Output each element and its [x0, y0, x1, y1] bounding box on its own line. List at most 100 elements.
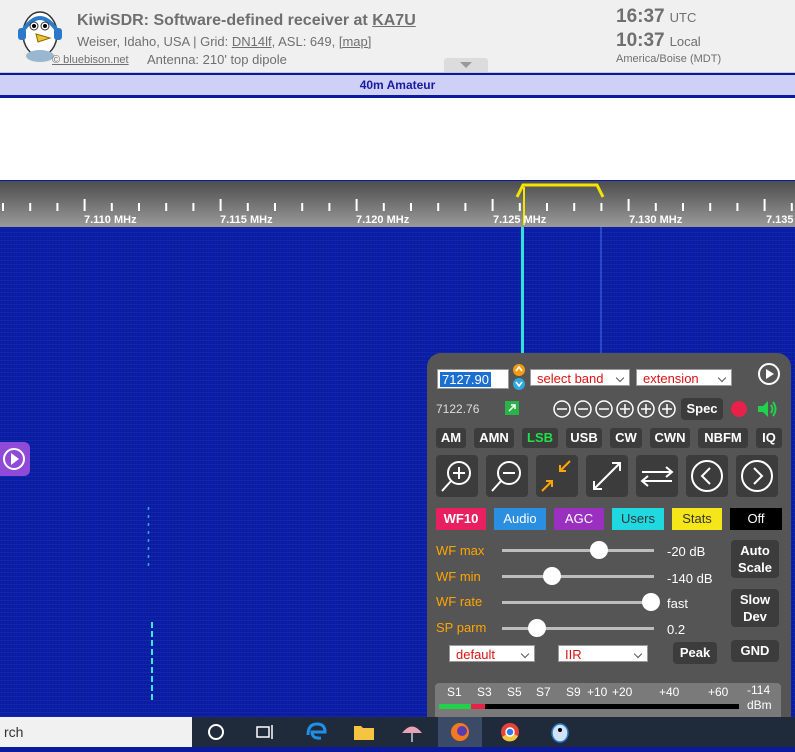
map-link[interactable]: [map]: [339, 34, 372, 49]
extension-select[interactable]: extension: [636, 369, 732, 386]
scale-label: 7.110 MHz: [84, 214, 137, 226]
slider-knob[interactable]: [543, 567, 562, 585]
app-button[interactable]: [538, 717, 582, 747]
tab-stats[interactable]: Stats: [672, 508, 722, 530]
chrome-button[interactable]: [488, 717, 532, 747]
gnd-button[interactable]: GND: [731, 640, 779, 662]
mode-nbfm[interactable]: NBFM: [698, 428, 748, 448]
slow-dev-button[interactable]: Slow Dev: [731, 589, 779, 627]
smeter-unit: dBm: [747, 698, 772, 712]
utc-clock: 16:37 UTC: [616, 6, 697, 27]
app-button[interactable]: [390, 717, 434, 747]
slider-value: 0.2: [667, 622, 686, 637]
taskbar: rch: [0, 717, 795, 747]
mode-cw[interactable]: CW: [610, 428, 642, 448]
frequency-step-icon[interactable]: [512, 363, 526, 391]
signal-trace: [151, 622, 153, 702]
compress-arrows-icon: [541, 460, 571, 492]
expand-arrows-icon: [593, 462, 621, 490]
firefox-icon: [451, 723, 469, 741]
side-panel-toggle-button[interactable]: [0, 442, 30, 476]
wf-rate-slider[interactable]: [502, 593, 660, 611]
smeter-label: S3: [477, 685, 492, 699]
mode-amn[interactable]: AMN: [474, 428, 514, 448]
cortana-icon: [208, 724, 224, 740]
mode-am[interactable]: AM: [436, 428, 466, 448]
band-select[interactable]: select band: [530, 369, 630, 386]
cortana-button[interactable]: [194, 717, 238, 747]
record-button[interactable]: [731, 401, 747, 417]
timezone-label: America/Boise (MDT): [616, 53, 722, 65]
page-left-button[interactable]: [686, 455, 728, 497]
mode-iq[interactable]: IQ: [756, 428, 782, 448]
band-bar[interactable]: 40m Amateur: [0, 75, 795, 95]
sp-parm-slider[interactable]: [502, 619, 654, 637]
page-title: KiwiSDR: Software-defined receiver at KA…: [77, 12, 416, 29]
auto-scale-button[interactable]: Auto Scale: [731, 540, 779, 578]
tab-audio[interactable]: Audio: [494, 508, 546, 530]
slider-value: -20 dB: [667, 544, 706, 559]
iir-select[interactable]: IIR: [558, 645, 648, 662]
smeter-peak: [471, 704, 485, 709]
slider-knob[interactable]: [527, 619, 546, 637]
signal-trace: [600, 227, 602, 367]
zoom-out-button[interactable]: [486, 455, 528, 497]
location-line: Weiser, Idaho, USA | Grid: DN14lf, ASL: …: [77, 34, 372, 49]
frequency-input[interactable]: 7127.90: [437, 369, 509, 389]
spec-button[interactable]: Spec: [681, 398, 723, 420]
mode-cwn[interactable]: CWN: [650, 428, 690, 448]
zoom-step-icons[interactable]: [552, 399, 678, 419]
smeter-label: S9: [566, 685, 581, 699]
chevron-right-icon: [741, 460, 773, 492]
mode-lsb[interactable]: LSB: [522, 428, 558, 448]
spectrum-area[interactable]: [0, 98, 795, 180]
chrome-icon: [501, 723, 519, 742]
zoom-in-button[interactable]: [436, 455, 478, 497]
play-icon: [3, 448, 25, 470]
swap-arrows-icon: [640, 466, 674, 487]
zoom-to-band-button[interactable]: [536, 455, 578, 497]
file-explorer-button[interactable]: [342, 717, 386, 747]
slider-knob[interactable]: [590, 541, 609, 559]
zoom-out-icon: [491, 461, 521, 492]
speaker-icon[interactable]: [755, 398, 779, 420]
search-input[interactable]: rch: [0, 717, 192, 747]
slider-value: fast: [667, 596, 688, 611]
peak-button[interactable]: Peak: [673, 642, 717, 664]
tab-wf10[interactable]: WF10: [436, 508, 486, 530]
wf-max-slider[interactable]: [502, 541, 654, 559]
folder-icon: [354, 726, 374, 740]
passband-marker: [515, 183, 605, 198]
tab-users[interactable]: Users: [612, 508, 664, 530]
smeter-label: S5: [507, 685, 522, 699]
mode-usb[interactable]: USB: [566, 428, 602, 448]
swap-button[interactable]: [636, 455, 678, 497]
slider-label: WF rate: [436, 594, 483, 609]
slider-label: WF max: [436, 543, 485, 558]
task-view-icon: [256, 725, 273, 739]
callsign-link[interactable]: KA7U: [372, 12, 416, 29]
wf-min-slider[interactable]: [502, 567, 654, 585]
smeter-label: +40: [659, 685, 680, 699]
credit-link[interactable]: © bluebison.net: [52, 54, 129, 66]
page-right-button[interactable]: [736, 455, 778, 497]
chevron-left-icon: [691, 460, 723, 492]
default-select[interactable]: default: [449, 645, 535, 662]
play-icon[interactable]: [757, 362, 781, 386]
frequency-scale[interactable]: 7.110 MHz 7.115 MHz 7.120 MHz 7.125 MHz …: [0, 181, 795, 227]
signal-trace: [147, 507, 150, 567]
edge-button[interactable]: [294, 717, 338, 747]
tab-off[interactable]: Off: [730, 508, 782, 530]
scale-svg: 7.110 MHz 7.115 MHz 7.120 MHz 7.125 MHz …: [2, 183, 794, 226]
link-icon[interactable]: [505, 401, 519, 415]
task-view-button[interactable]: [242, 717, 286, 747]
collapse-header-button[interactable]: [444, 58, 488, 72]
smeter-label: +20: [612, 685, 633, 699]
smeter-level: [439, 704, 471, 709]
grid-link[interactable]: DN14lf: [232, 34, 272, 49]
firefox-button[interactable]: [438, 717, 482, 747]
slider-label: WF min: [436, 569, 481, 584]
slider-knob[interactable]: [641, 593, 660, 611]
zoom-max-out-button[interactable]: [586, 455, 628, 497]
tab-agc[interactable]: AGC: [554, 508, 604, 530]
